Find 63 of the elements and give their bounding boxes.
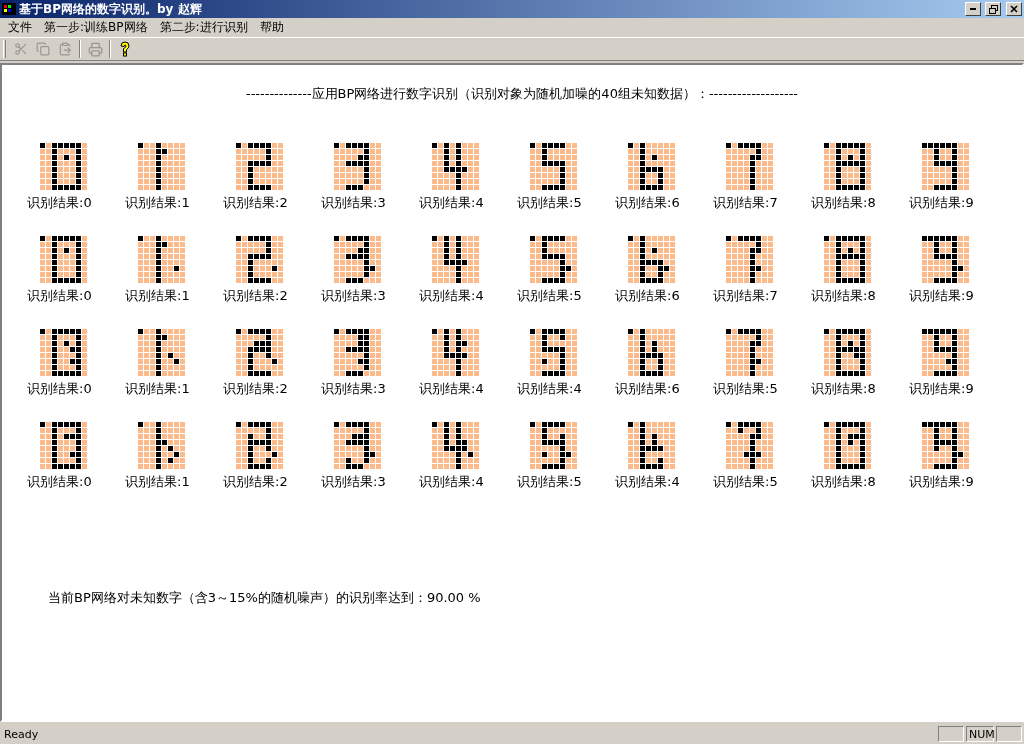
result-label: 识别结果:1 xyxy=(125,380,190,398)
close-icon xyxy=(1010,5,1018,13)
menu-item[interactable]: 第一步:训练BP网络 xyxy=(38,19,154,36)
result-label: 识别结果:5 xyxy=(713,473,778,491)
result-label: 识别结果:7 xyxy=(713,287,778,305)
result-label: 识别结果:4 xyxy=(419,473,484,491)
result-label: 识别结果:8 xyxy=(811,194,876,212)
result-label: 识别结果:2 xyxy=(223,473,288,491)
result-label: 识别结果:9 xyxy=(909,380,974,398)
result-label: 识别结果:6 xyxy=(615,194,680,212)
result-label: 识别结果:4 xyxy=(615,473,680,491)
minimize-icon xyxy=(970,8,976,10)
paste-icon xyxy=(58,42,72,56)
result-label: 识别结果:8 xyxy=(811,473,876,491)
app-icon xyxy=(2,3,16,15)
result-label: 识别结果:4 xyxy=(517,380,582,398)
result-label: 识别结果:9 xyxy=(909,473,974,491)
result-label: 识别结果:0 xyxy=(27,287,92,305)
menu-item[interactable]: 第二步:进行识别 xyxy=(153,19,254,36)
result-label: 识别结果:9 xyxy=(909,194,974,212)
result-label: 识别结果:7 xyxy=(713,194,778,212)
status-message: Ready xyxy=(3,727,40,741)
print-icon xyxy=(87,41,103,57)
result-label: 识别结果:2 xyxy=(223,287,288,305)
result-label: 识别结果:4 xyxy=(419,194,484,212)
close-button[interactable] xyxy=(1006,2,1022,16)
result-label: 识别结果:1 xyxy=(125,473,190,491)
restore-icon xyxy=(988,4,998,14)
result-label: 识别结果:0 xyxy=(27,473,92,491)
status-indicator: NUM xyxy=(966,726,994,742)
menu-item[interactable]: 帮助 xyxy=(253,19,290,36)
heading: --------------应用BP网络进行数字识别（识别对象为随机加噪的40组未知数据）：------------------- xyxy=(245,85,799,103)
result-label: 识别结果:1 xyxy=(125,287,190,305)
copy-icon xyxy=(36,42,50,56)
result-label: 识别结果:3 xyxy=(321,194,386,212)
result-label: 识别结果:2 xyxy=(223,194,288,212)
result-label: 识别结果:8 xyxy=(811,287,876,305)
result-label: 识别结果:0 xyxy=(27,194,92,212)
result-label: 识别结果:4 xyxy=(419,380,484,398)
result-label: 识别结果:5 xyxy=(517,287,582,305)
minimize-button[interactable] xyxy=(965,2,981,16)
result-label: 识别结果:1 xyxy=(125,194,190,212)
window-title: 基于BP网络的数字识别。by 赵辉 xyxy=(19,0,203,18)
status-panel xyxy=(996,726,1022,742)
result-label: 识别结果:0 xyxy=(27,380,92,398)
result-label: 识别结果:4 xyxy=(419,287,484,305)
result-label: 识别结果:3 xyxy=(321,287,386,305)
result-label: 识别结果:5 xyxy=(517,194,582,212)
result-label: 识别结果:8 xyxy=(811,380,876,398)
restore-button[interactable] xyxy=(985,2,1001,16)
question-mark-icon xyxy=(120,41,130,57)
result-label: 识别结果:6 xyxy=(615,287,680,305)
result-label: 识别结果:3 xyxy=(321,380,386,398)
result-label: 识别结果:9 xyxy=(909,287,974,305)
status-panel xyxy=(938,726,964,742)
result-label: 识别结果:5 xyxy=(517,473,582,491)
result-label: 识别结果:6 xyxy=(615,380,680,398)
result-label: 识别结果:2 xyxy=(223,380,288,398)
result-label: 识别结果:3 xyxy=(321,473,386,491)
menu-item[interactable]: 文件 xyxy=(2,19,38,36)
result-label: 识别结果:5 xyxy=(713,380,778,398)
summary-text: 当前BP网络对未知数字（含3～15%的随机噪声）的识别率达到：90.00 % xyxy=(48,589,482,607)
cut-icon xyxy=(14,42,28,56)
